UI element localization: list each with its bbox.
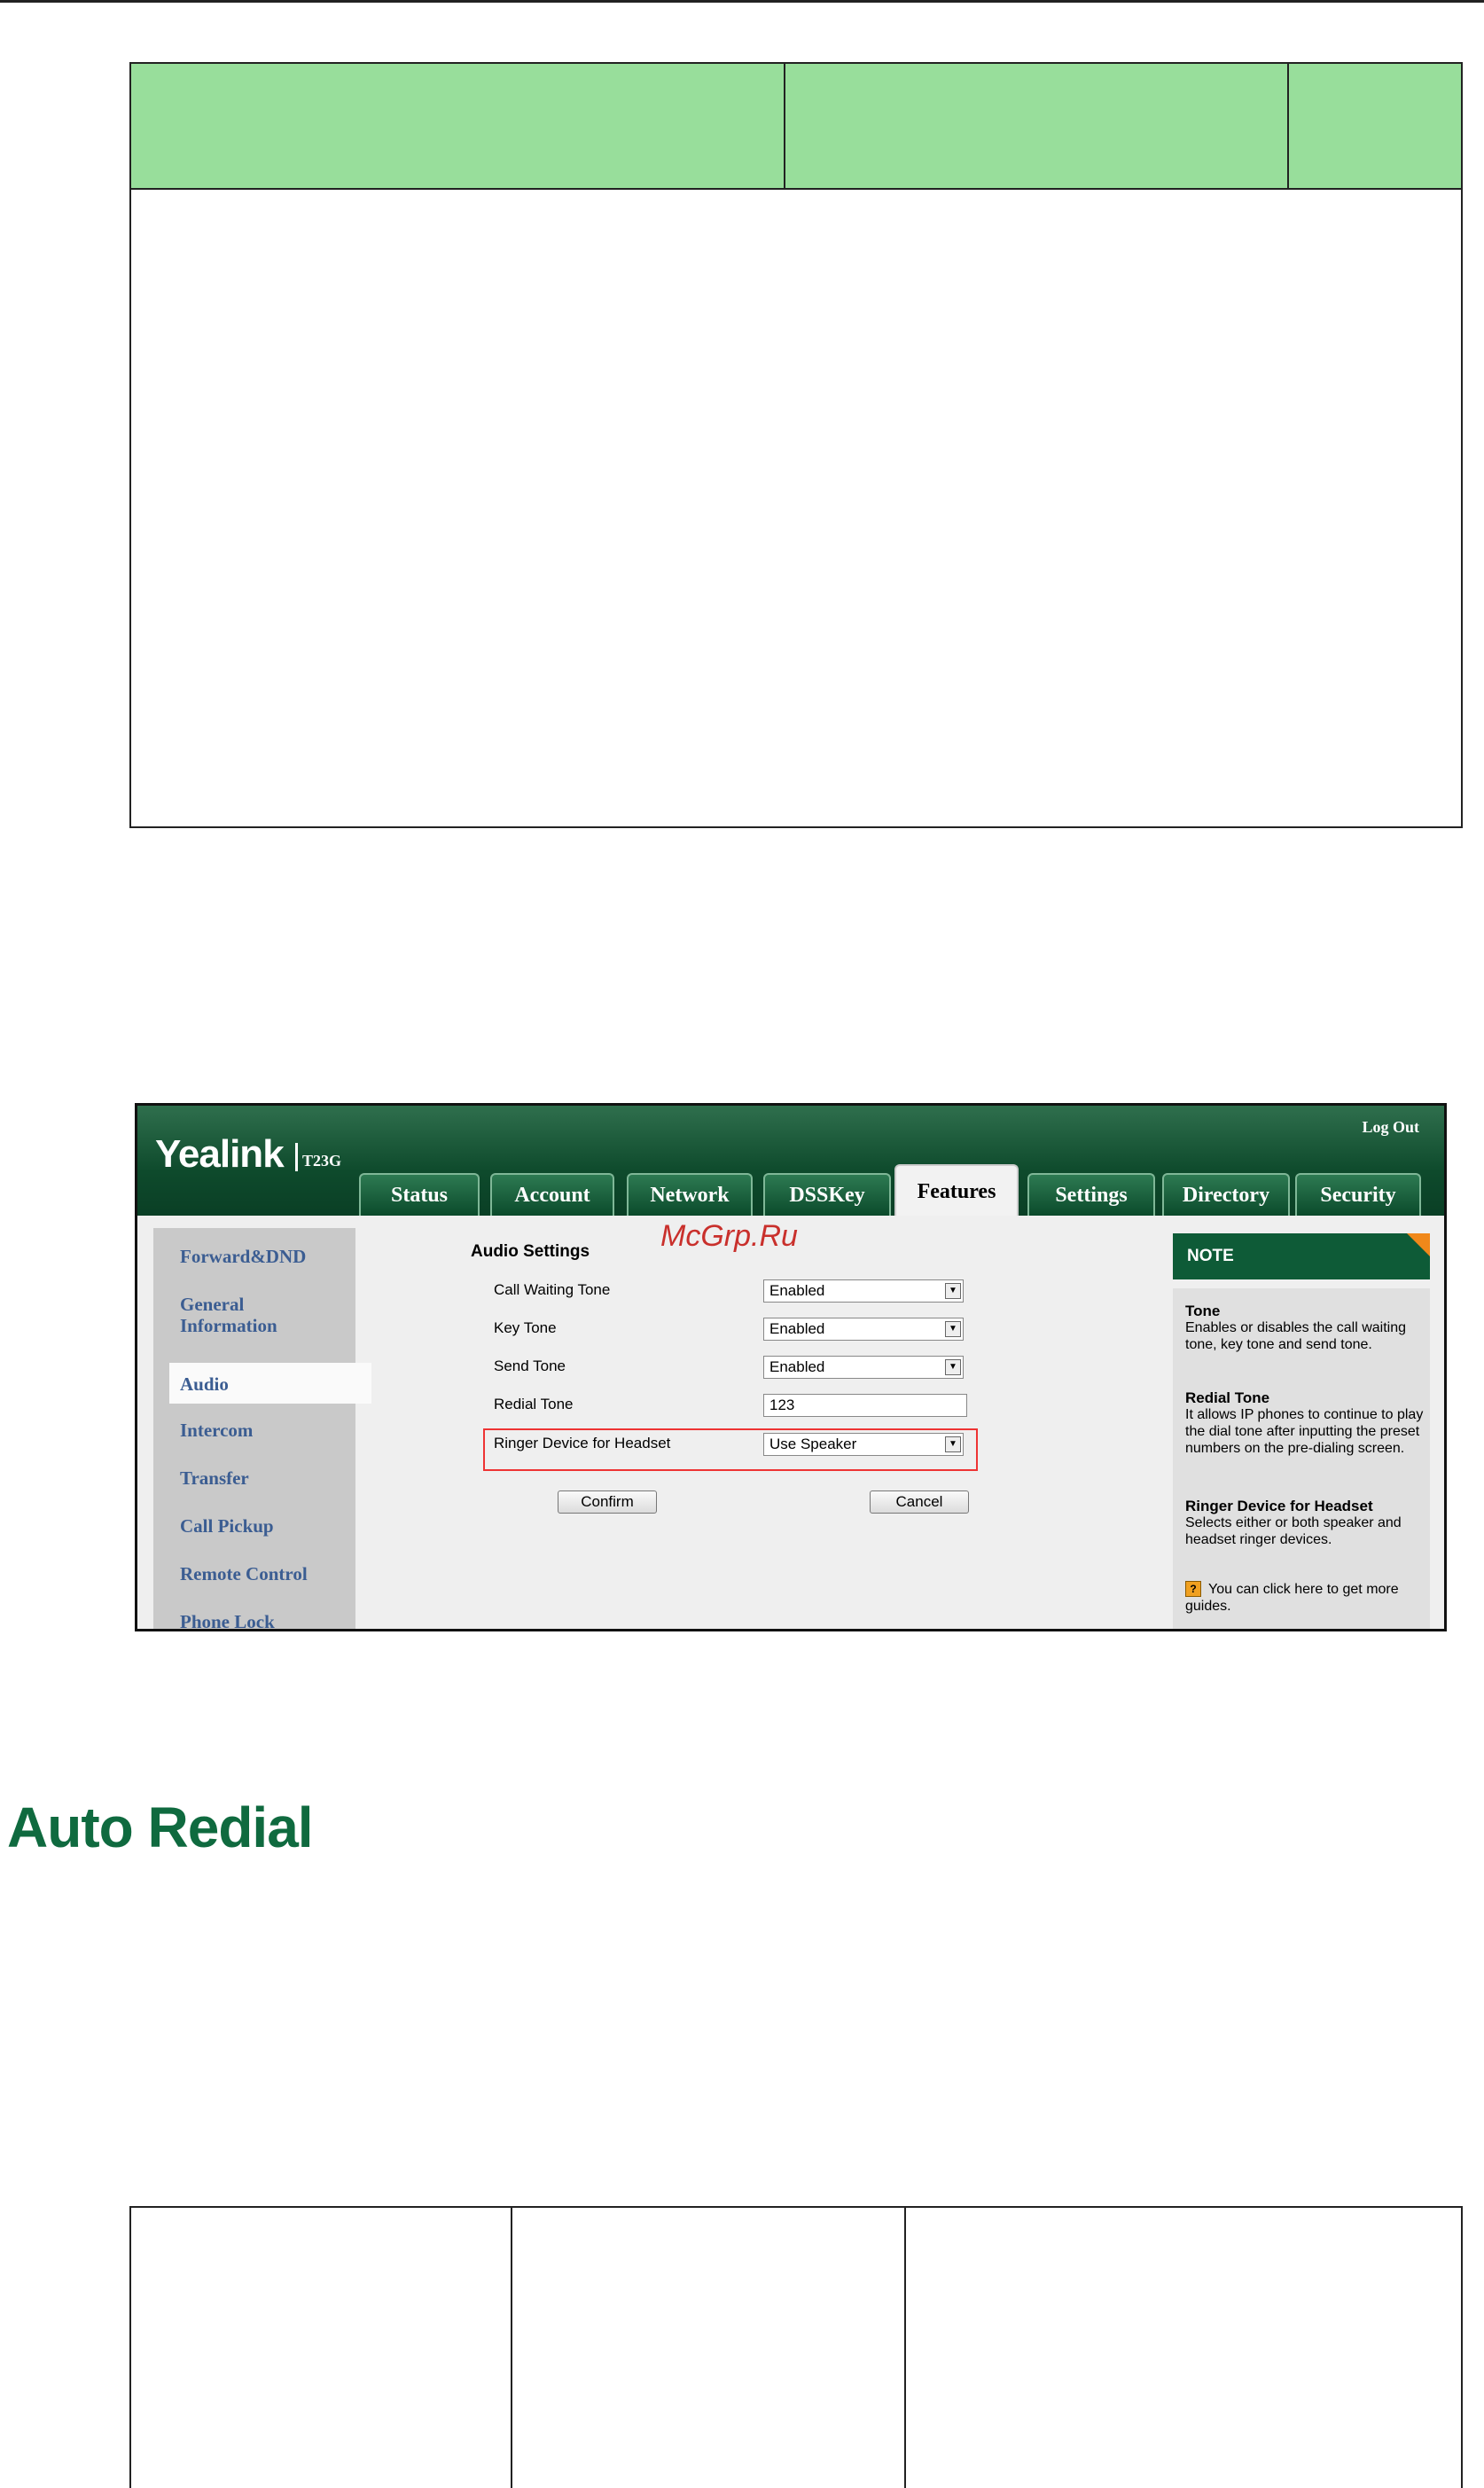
sidebar-item-forward-dnd[interactable]: Forward&DND (180, 1246, 306, 1267)
note-ringer-title: Ringer Device for Headset (1185, 1498, 1373, 1514)
note-panel: Tone Enables or disables the call waitin… (1173, 1288, 1430, 1629)
tab-account[interactable]: Account (490, 1173, 614, 1216)
chevron-down-icon[interactable]: ▼ (945, 1359, 961, 1375)
bottom-table-column-divider (904, 2208, 906, 2488)
tab-status[interactable]: Status (359, 1173, 480, 1216)
ringer-device-value: Use Speaker (769, 1436, 857, 1452)
app-header: Yealink T23G Log Out Status Account Netw… (137, 1106, 1444, 1217)
top-table-header (131, 64, 1461, 190)
note-redial-title: Redial Tone (1185, 1389, 1270, 1406)
key-tone-label: Key Tone (494, 1319, 557, 1336)
call-waiting-tone-value: Enabled (769, 1282, 825, 1299)
tab-directory[interactable]: Directory (1162, 1173, 1290, 1216)
chevron-down-icon[interactable]: ▼ (945, 1283, 961, 1299)
section-heading: Auto Redial (7, 1796, 314, 1859)
send-tone-select[interactable]: Enabled ▼ (763, 1356, 964, 1379)
sidebar-item-general-information[interactable]: General Information (180, 1294, 277, 1336)
note-guide-link[interactable]: You can click here to get more guides. (1185, 1581, 1426, 1615)
top-table (129, 62, 1463, 828)
redial-tone-label: Redial Tone (494, 1396, 574, 1412)
key-tone-select[interactable]: Enabled ▼ (763, 1318, 964, 1341)
send-tone-label: Send Tone (494, 1357, 566, 1374)
call-waiting-tone-label: Call Waiting Tone (494, 1281, 611, 1298)
tab-network[interactable]: Network (627, 1173, 753, 1216)
sidebar-item-intercom[interactable]: Intercom (180, 1420, 253, 1441)
bottom-table-column-divider (511, 2208, 512, 2488)
top-table-column-divider (784, 64, 785, 188)
redial-tone-value: 123 (769, 1397, 795, 1413)
form-title: Audio Settings (471, 1242, 590, 1261)
note-tone-desc: Enables or disables the call waiting ton… (1185, 1320, 1407, 1352)
corner-flag-icon (1407, 1233, 1430, 1256)
key-tone-value: Enabled (769, 1320, 825, 1337)
sidebar-item-audio[interactable]: Audio (180, 1373, 229, 1395)
watermark: McGrp.Ru (660, 1219, 798, 1253)
tab-features[interactable]: Features (894, 1164, 1019, 1217)
redial-tone-input[interactable]: 123 (763, 1394, 967, 1417)
bottom-table (129, 2206, 1463, 2488)
sidebar-item-remote-control[interactable]: Remote Control (180, 1563, 308, 1584)
logo-separator (295, 1143, 298, 1171)
cancel-button[interactable]: Cancel (870, 1490, 969, 1514)
sidebar-item-phone-lock[interactable]: Phone Lock (180, 1611, 275, 1629)
ringer-device-label: Ringer Device for Headset (494, 1435, 671, 1451)
chevron-down-icon[interactable]: ▼ (945, 1436, 961, 1452)
web-ui-screenshot: Yealink T23G Log Out Status Account Netw… (135, 1103, 1447, 1631)
model-label: T23G (302, 1152, 342, 1170)
confirm-button[interactable]: Confirm (558, 1490, 657, 1514)
ringer-device-select[interactable]: Use Speaker ▼ (763, 1433, 964, 1456)
note-ringer-desc: Selects either or both speaker and heads… (1185, 1515, 1402, 1547)
page-top-rule (0, 0, 1484, 3)
tab-settings[interactable]: Settings (1027, 1173, 1155, 1216)
sidebar-item-transfer[interactable]: Transfer (180, 1467, 249, 1489)
tab-dsskey[interactable]: DSSKey (763, 1173, 891, 1216)
logout-link[interactable]: Log Out (1362, 1118, 1419, 1137)
chevron-down-icon[interactable]: ▼ (945, 1321, 961, 1337)
tab-security[interactable]: Security (1295, 1173, 1421, 1216)
top-table-column-divider (1287, 64, 1289, 188)
sidebar-item-call-pickup[interactable]: Call Pickup (180, 1515, 274, 1537)
note-title: NOTE (1187, 1247, 1234, 1265)
note-redial-desc: It allows IP phones to continue to play … (1185, 1407, 1424, 1456)
send-tone-value: Enabled (769, 1358, 825, 1375)
yealink-logo: Yealink (155, 1132, 285, 1176)
note-tone-title: Tone (1185, 1303, 1221, 1319)
call-waiting-tone-select[interactable]: Enabled ▼ (763, 1279, 964, 1303)
note-header: NOTE (1173, 1233, 1430, 1279)
